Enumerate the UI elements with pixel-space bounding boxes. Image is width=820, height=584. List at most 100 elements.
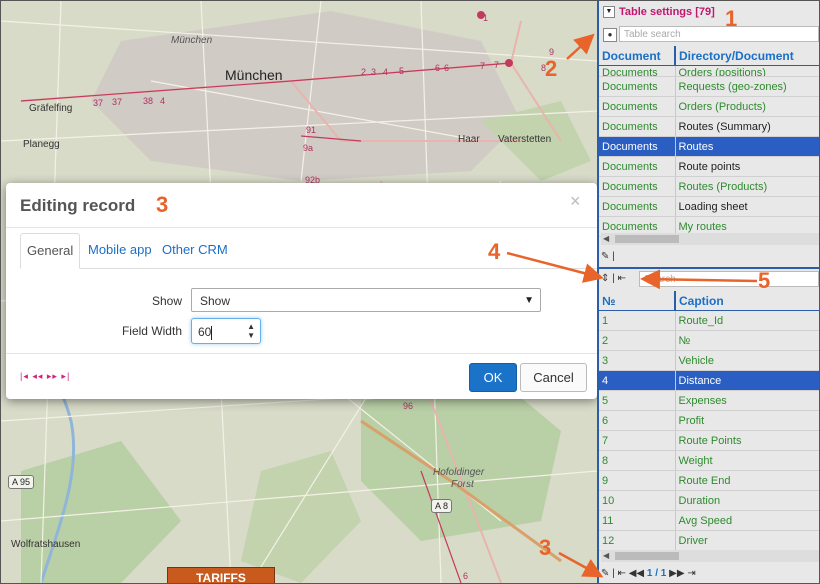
table-cell: 11 bbox=[599, 510, 676, 531]
show-select[interactable]: Show ▼ bbox=[191, 288, 541, 312]
table-row[interactable]: 2 № bbox=[599, 330, 819, 351]
table-row[interactable]: 3 Vehicle bbox=[599, 350, 819, 371]
table-cell: Route End bbox=[675, 470, 819, 491]
edit-icon[interactable]: ✎ bbox=[601, 568, 609, 579]
tab-general[interactable]: General bbox=[20, 233, 81, 269]
table-cell: Weight bbox=[675, 450, 819, 471]
separator: | bbox=[612, 251, 615, 262]
scroll-left-icon[interactable]: ◀ bbox=[603, 550, 609, 562]
table-cell: Routes (Products) bbox=[675, 176, 819, 197]
horizontal-scrollbar[interactable]: ◀ bbox=[601, 233, 819, 245]
table-row[interactable]: 1 Route_Id bbox=[599, 310, 819, 331]
panel-header[interactable]: ▼ Table settings [79] bbox=[603, 4, 715, 20]
table-cell: Loading sheet bbox=[675, 196, 819, 217]
table-row-selected[interactable]: 4 Distance bbox=[599, 370, 819, 391]
prev-page-icon[interactable]: ◀◀ bbox=[629, 568, 644, 579]
table-cell: Route points bbox=[675, 156, 819, 177]
table-settings-panel: ▼ Table settings [79] ● Table search Docu… bbox=[597, 1, 819, 583]
field-width-label: Field Width bbox=[121, 324, 182, 338]
table-row[interactable]: Documents Orders (positions) bbox=[599, 65, 819, 77]
map-label-grafelfing: Gräfelfing bbox=[29, 103, 73, 114]
tariffs-button[interactable]: TARIFFS bbox=[167, 567, 275, 583]
last-page-icon[interactable]: ⇥ bbox=[687, 568, 695, 579]
close-icon[interactable]: × bbox=[570, 191, 581, 212]
table-cell: Orders (positions) bbox=[675, 65, 819, 77]
column-header-document[interactable]: Document bbox=[599, 46, 676, 66]
map-label-munchen: München bbox=[225, 67, 283, 83]
field-width-input[interactable]: 60 ▲ ▼ bbox=[191, 318, 261, 344]
number-spinner-icon[interactable]: ▲ ▼ bbox=[247, 322, 255, 340]
show-label: Show bbox=[151, 294, 182, 308]
table-row[interactable]: Documents Routes (Products) bbox=[599, 176, 819, 197]
table-cell: Routes bbox=[675, 136, 819, 157]
table-cell: 5 bbox=[599, 390, 676, 411]
next-page-icon[interactable]: ▶▶ bbox=[669, 568, 684, 579]
table-cell: Documents bbox=[599, 176, 676, 197]
road-badge-a8: A 8 bbox=[431, 499, 453, 513]
columns-toolbar: ⇕ | ⇤ bbox=[601, 270, 626, 288]
scroll-left-icon[interactable]: ◀ bbox=[603, 233, 609, 245]
columns-search-input[interactable]: Search bbox=[639, 271, 819, 287]
table-row[interactable]: Documents Route points bbox=[599, 156, 819, 177]
table-header: № Caption bbox=[599, 291, 819, 311]
map-label-munchen-small: München bbox=[171, 35, 213, 46]
table-search-input[interactable]: Table search bbox=[619, 26, 819, 42]
first-page-icon[interactable]: ⇤ bbox=[618, 568, 626, 579]
column-header-caption[interactable]: Caption bbox=[675, 291, 819, 311]
table-row[interactable]: 7 Route Points bbox=[599, 430, 819, 451]
scrollbar-thumb[interactable] bbox=[615, 235, 679, 243]
annotation-number: 3 bbox=[156, 192, 169, 217]
divider bbox=[6, 353, 597, 354]
table-row[interactable]: 12 Driver bbox=[599, 530, 819, 551]
show-select-value: Show bbox=[200, 294, 231, 308]
table-cell: Documents bbox=[599, 116, 676, 137]
table-row[interactable]: 10 Duration bbox=[599, 490, 819, 511]
table-row[interactable]: 11 Avg Speed bbox=[599, 510, 819, 531]
tables-grid: Document Directory/Document Documents Or… bbox=[599, 46, 819, 237]
column-header-number[interactable]: № bbox=[599, 291, 676, 311]
dropdown-toggle-icon[interactable]: ▼ bbox=[603, 6, 615, 19]
dialog-title: Editing record bbox=[20, 196, 136, 215]
route-number: 1 bbox=[483, 13, 489, 23]
edit-icon[interactable]: ✎ bbox=[601, 251, 609, 262]
record-pager[interactable]: |◂ ◂◂ ▸▸ ▸| bbox=[20, 371, 70, 382]
sort-toggle-icon[interactable]: ⇕ bbox=[601, 273, 609, 284]
table-row[interactable]: 8 Weight bbox=[599, 450, 819, 471]
table-row[interactable]: 9 Route End bbox=[599, 470, 819, 491]
columns-pager: ✎ | ⇤ ◀◀ 1 / 1 ▶▶ ⇥ bbox=[601, 568, 696, 579]
collapse-icon[interactable]: ⇤ bbox=[618, 273, 626, 284]
route-number: 2 bbox=[361, 67, 367, 77]
horizontal-scrollbar[interactable]: ◀ bbox=[601, 550, 819, 562]
table-row[interactable]: Documents Requests (geo-zones) bbox=[599, 76, 819, 97]
table-cell: Avg Speed bbox=[675, 510, 819, 531]
tab-mobile-app[interactable]: Mobile app bbox=[82, 233, 158, 267]
user-icon[interactable]: ● bbox=[603, 28, 617, 42]
table-row[interactable]: 5 Expenses bbox=[599, 390, 819, 411]
route-number: 37 bbox=[93, 98, 104, 108]
table-row-selected[interactable]: Documents Routes bbox=[599, 136, 819, 157]
scrollbar-thumb[interactable] bbox=[615, 552, 679, 560]
table-row[interactable]: Documents Orders (Products) bbox=[599, 96, 819, 117]
map-label-forst: Forst bbox=[451, 479, 474, 490]
table-row[interactable]: Documents Loading sheet bbox=[599, 196, 819, 217]
table-cell: 3 bbox=[599, 350, 676, 371]
route-number: 3 bbox=[371, 67, 377, 77]
table-cell: Driver bbox=[675, 530, 819, 551]
route-number: 6 bbox=[463, 571, 469, 581]
route-number: 4 bbox=[383, 67, 389, 77]
map-label-vaterstetten: Vaterstetten bbox=[498, 134, 552, 145]
divider bbox=[20, 268, 597, 269]
column-header-directory[interactable]: Directory/Document bbox=[675, 46, 819, 66]
table-cell: Documents bbox=[599, 76, 676, 97]
table-cell: 1 bbox=[599, 310, 676, 331]
route-number: 6 bbox=[444, 63, 450, 73]
cancel-button[interactable]: Cancel bbox=[520, 363, 587, 392]
tab-other-crm[interactable]: Other CRM bbox=[156, 233, 234, 267]
ok-button[interactable]: OK bbox=[469, 363, 517, 392]
route-number: 91 bbox=[306, 125, 317, 135]
table-row[interactable]: 6 Profit bbox=[599, 410, 819, 431]
chevron-down-icon: ▼ bbox=[524, 295, 534, 306]
route-number: 5 bbox=[399, 66, 405, 76]
table-row[interactable]: Documents Routes (Summary) bbox=[599, 116, 819, 137]
annotation-number: 5 bbox=[758, 268, 771, 293]
